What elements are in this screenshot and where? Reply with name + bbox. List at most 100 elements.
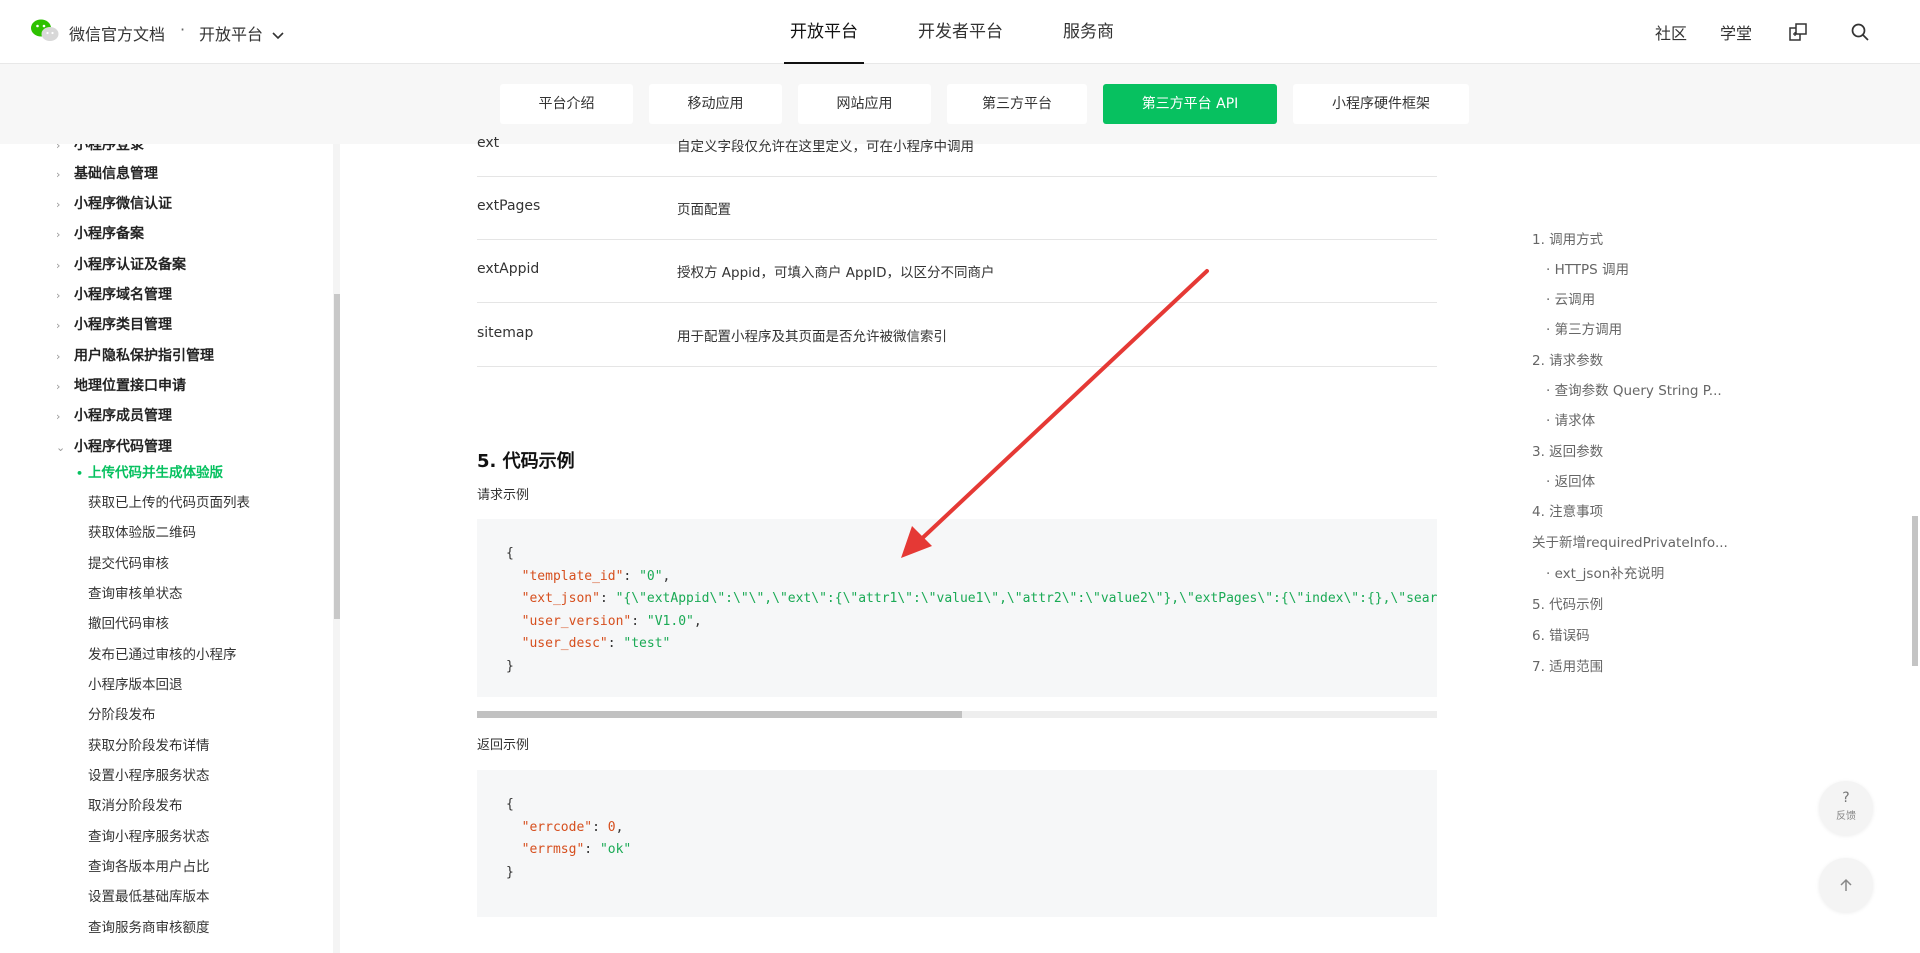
chevron-right-icon: › (56, 228, 61, 241)
code-brace: } (506, 658, 514, 674)
code-value: "ok" (599, 842, 632, 857)
toc-item[interactable]: · HTTPS 调用 (1546, 258, 1629, 278)
code-key: "ext_json" (521, 591, 600, 606)
sidebar-item[interactable]: 获取已上传的代码页面列表 (88, 493, 250, 513)
sidebar-item[interactable]: 获取分阶段发布详情 (88, 736, 210, 756)
toc-item[interactable]: · 查询参数 Query String P... (1546, 379, 1722, 399)
sidebar-item[interactable]: 提交代码审核 (88, 554, 169, 574)
community-link[interactable]: 社区 (1655, 20, 1687, 44)
code-horizontal-scrollbar[interactable] (477, 711, 1437, 718)
sidebar-item[interactable]: 小程序版本回退 (88, 675, 183, 695)
sidebar-group[interactable]: › 小程序域名管理 (56, 285, 172, 305)
sidebar-group-label: 小程序备案 (74, 226, 144, 242)
sidebar-item[interactable]: 设置最低基础库版本 (88, 887, 210, 907)
feedback-button[interactable]: ? 反馈 (1819, 781, 1873, 835)
toc-item[interactable]: 7. 适用范围 (1532, 655, 1603, 675)
chevron-right-icon: › (56, 350, 61, 363)
sidebar-group[interactable]: › 小程序备案 (56, 224, 144, 244)
toc-item[interactable]: 关于新增requiredPrivateInfo... (1532, 531, 1728, 551)
right-nav: 社区 学堂 (1655, 0, 1920, 64)
wechat-logo-icon[interactable] (30, 18, 60, 44)
chevron-right-icon: › (56, 259, 61, 272)
code-brace: { (506, 797, 514, 812)
toc-item[interactable]: · 云调用 (1546, 288, 1595, 308)
param-desc: 页面配置 (677, 202, 731, 218)
param-row: ext 自定义字段仅允许在这里定义，可在小程序中调用 (477, 114, 1437, 177)
sidebar-group-label: 小程序微信认证 (74, 196, 172, 212)
brand-separator: · (180, 20, 186, 39)
code-key: "errmsg" (521, 842, 585, 857)
sidebar-group-label: 地理位置接口申请 (74, 378, 186, 394)
main-nav-developer-platform[interactable]: 开发者平台 (888, 0, 1033, 64)
sidebar-item-active[interactable]: • 上传代码并生成体验版 (76, 463, 223, 483)
sidebar-group[interactable]: › 小程序认证及备案 (56, 255, 186, 275)
toc-item[interactable]: 3. 返回参数 (1532, 440, 1603, 460)
sidebar-item[interactable]: 查询服务商审核额度 (88, 918, 210, 938)
sidebar-item[interactable]: 查询审核单状态 (88, 584, 183, 604)
code-value: "0" (639, 568, 663, 584)
sidebar-group[interactable]: › 小程序微信认证 (56, 194, 172, 214)
sidebar-group[interactable]: › 小程序类目管理 (56, 315, 172, 335)
sidebar-group-expanded[interactable]: ⌄ 小程序代码管理 (56, 437, 172, 457)
sidebar-item[interactable]: 发布已通过审核的小程序 (88, 645, 237, 665)
sidebar-scrollbar-thumb[interactable] (334, 294, 340, 619)
chevron-down-icon (272, 31, 284, 39)
switch-icon[interactable] (1788, 22, 1808, 42)
param-row: extAppid 授权方 Appid，可填入商户 AppID，以区分不同商户 (477, 240, 1437, 303)
code-scrollbar-thumb[interactable] (477, 711, 962, 718)
sidebar-group[interactable]: › 基础信息管理 (56, 164, 158, 184)
toc-item[interactable]: 5. 代码示例 (1532, 593, 1603, 613)
toc-item[interactable]: 4. 注意事项 (1532, 500, 1603, 520)
sidebar-group[interactable]: › 地理位置接口申请 (56, 376, 186, 396)
param-desc: 授权方 Appid，可填入商户 AppID，以区分不同商户 (677, 265, 995, 281)
bullet-icon: • (76, 467, 84, 480)
main-nav-service-provider[interactable]: 服务商 (1033, 0, 1144, 64)
sidebar-item[interactable]: 查询小程序服务状态 (88, 827, 210, 847)
sidebar-item[interactable]: 取消分阶段发布 (88, 796, 183, 816)
chevron-right-icon: › (56, 319, 61, 332)
main-nav: 开放平台 开发者平台 服务商 (760, 0, 1144, 64)
sidebar-item[interactable]: 查询各版本用户占比 (88, 857, 210, 877)
search-icon[interactable] (1850, 22, 1870, 42)
toc-item[interactable]: 2. 请求参数 (1532, 349, 1603, 369)
sidebar-item[interactable]: 设置小程序服务状态 (88, 766, 210, 786)
chevron-right-icon: › (56, 198, 61, 211)
platform-switch-label: 开放平台 (199, 25, 264, 44)
back-to-top-button[interactable] (1819, 858, 1873, 912)
sidebar-group-label: 用户隐私保护指引管理 (74, 348, 214, 364)
sidebar-group-label: 小程序域名管理 (74, 287, 172, 303)
toc-item[interactable]: · 返回体 (1546, 470, 1595, 490)
sidebar-group[interactable]: › 用户隐私保护指引管理 (56, 346, 214, 366)
chevron-right-icon: › (56, 289, 61, 302)
code-key: "template_id" (521, 568, 624, 584)
toc-item[interactable]: · 第三方调用 (1546, 318, 1622, 338)
arrow-up-icon (1840, 878, 1852, 891)
sidebar-group[interactable]: › 小程序成员管理 (56, 406, 172, 426)
chevron-right-icon: › (56, 410, 61, 423)
site-brand[interactable]: 微信官方文档 (69, 21, 165, 45)
code-value: "test" (623, 636, 671, 651)
code-value: "{\"extAppid\":\"\",\"ext\":{\"attr1\":\… (615, 591, 1437, 606)
page-scrollbar-thumb[interactable] (1912, 516, 1918, 666)
response-code: { "errcode": 0, "errmsg": "ok" } (506, 797, 632, 880)
question-icon: ? (1842, 790, 1850, 806)
left-sidebar: › 小程序登录 › 基础信息管理 › 小程序微信认证 › 小程序备案 › 小程序认证及备案… (0, 144, 340, 953)
toc-item[interactable]: · ext_json补充说明 (1546, 562, 1664, 582)
request-code: { "template_id": "0", "ext_json": "{\"ex… (506, 543, 1437, 678)
sidebar-group-label: 小程序登录 (74, 144, 144, 153)
section-title: 5. 代码示例 (477, 451, 575, 472)
platform-switch[interactable]: 开放平台 (199, 21, 284, 45)
sidebar-group[interactable]: › 小程序登录 (56, 144, 144, 155)
toc-item[interactable]: 6. 错误码 (1532, 624, 1590, 644)
toc-item[interactable]: 1. 调用方式 (1532, 228, 1603, 248)
academy-link[interactable]: 学堂 (1720, 20, 1752, 44)
param-desc: 用于配置小程序及其页面是否允许被微信索引 (677, 329, 947, 345)
sidebar-item[interactable]: 获取体验版二维码 (88, 523, 196, 543)
main-nav-open-platform[interactable]: 开放平台 (760, 0, 888, 64)
sidebar-item[interactable]: 撤回代码审核 (88, 614, 169, 634)
main-content: ext 自定义字段仅允许在这里定义，可在小程序中调用 extPages 页面配置… (477, 135, 1437, 953)
code-value: 0 (607, 819, 616, 835)
toc-item[interactable]: · 请求体 (1546, 409, 1595, 429)
sidebar-item[interactable]: 分阶段发布 (88, 705, 156, 725)
sidebar-group-label: 基础信息管理 (74, 166, 158, 182)
